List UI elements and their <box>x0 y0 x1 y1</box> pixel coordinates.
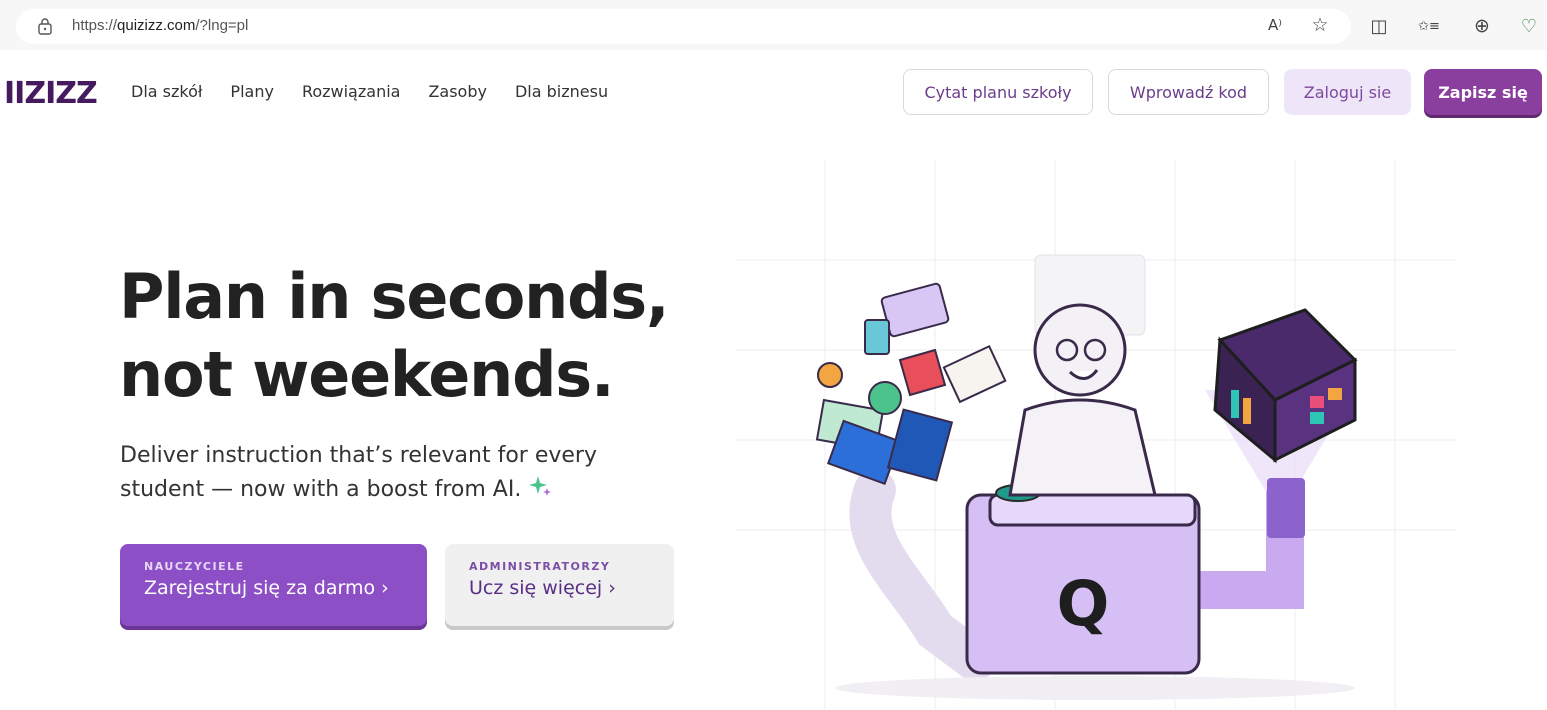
machine-logo: Q <box>1057 567 1110 640</box>
school-quote-button[interactable]: Cytat planu szkoły <box>903 69 1093 115</box>
browser-essentials-icon[interactable]: ♡ <box>1518 15 1540 37</box>
flying-learning-items <box>815 282 1007 486</box>
ai-sparkle-icon <box>529 476 552 496</box>
hero-title: Plan in seconds, not weekends. <box>119 258 739 414</box>
admin-learn-more-cta[interactable]: ADMINISTRATORZY Ucz się więcej › <box>445 544 674 626</box>
admin-cta-kicker: ADMINISTRATORZY <box>469 560 611 573</box>
hero-subtitle-text: Deliver instruction that’s relevant for … <box>120 443 597 502</box>
nav-link-solutions[interactable]: Rozwiązania <box>302 82 401 101</box>
teacher-cta-label: Zarejestruj się za darmo › <box>144 577 427 599</box>
collections-icon[interactable]: ⊕ <box>1471 15 1493 37</box>
teacher-cta-label-text: Zarejestruj się za darmo <box>144 577 376 599</box>
nav-link-schools[interactable]: Dla szkół <box>131 82 202 101</box>
admin-cta-label-text: Ucz się więcej <box>469 577 603 599</box>
hero-title-line-1: Plan in seconds, <box>119 260 670 333</box>
admin-cta-label: Ucz się więcej › <box>469 577 674 599</box>
chevron-right-icon: › <box>381 577 389 599</box>
url-path: /?lng=pl <box>195 17 249 34</box>
url-text[interactable]: https://quizizz.com/?lng=pl <box>72 17 248 34</box>
nav-link-plans[interactable]: Plany <box>230 82 274 101</box>
address-bar[interactable]: https://quizizz.com/?lng=pl A⁾ ☆ <box>16 9 1351 44</box>
quizizz-logo[interactable]: IIZIZZ <box>4 76 98 111</box>
hero-illustration: Q <box>735 160 1457 710</box>
hose-pipe <box>849 469 996 681</box>
site-header: IIZIZZ Dla szkół Plany Rozwiązania Zasob… <box>0 50 1547 138</box>
url-host: quizizz.com <box>117 17 196 34</box>
favorites-list-icon[interactable]: ✩≡ <box>1418 15 1440 37</box>
read-aloud-icon[interactable]: A⁾ <box>1264 14 1286 36</box>
teacher-cta-kicker: NAUCZYCIELE <box>144 560 245 573</box>
person-body <box>1008 398 1157 497</box>
hero-subtitle: Deliver instruction that’s relevant for … <box>120 439 680 507</box>
chevron-right-icon: › <box>608 577 616 599</box>
login-button[interactable]: Zaloguj sie <box>1284 69 1411 115</box>
url-scheme: https:// <box>72 17 118 34</box>
nav-link-resources[interactable]: Zasoby <box>428 82 487 101</box>
teacher-signup-cta[interactable]: NAUCZYCIELE Zarejestruj się za darmo › <box>120 544 427 626</box>
lock-icon[interactable] <box>38 18 52 35</box>
browser-toolbar: https://quizizz.com/?lng=pl A⁾ ☆ ◫ ✩≡ ⊕ … <box>0 0 1547 50</box>
floor-shadow <box>835 676 1355 700</box>
favorite-star-icon[interactable]: ☆ <box>1309 14 1331 36</box>
enter-code-button[interactable]: Wprowadź kod <box>1108 69 1269 115</box>
main-nav: Dla szkół Plany Rozwiązania Zasoby Dla b… <box>131 82 636 101</box>
signup-button[interactable]: Zapisz się <box>1424 69 1542 115</box>
nav-link-business[interactable]: Dla biznesu <box>515 82 608 101</box>
split-screen-icon[interactable]: ◫ <box>1368 15 1390 37</box>
exhaust-tube <box>1267 478 1305 538</box>
hero-title-line-2: not weekends. <box>119 338 615 411</box>
person-head <box>1033 303 1127 397</box>
